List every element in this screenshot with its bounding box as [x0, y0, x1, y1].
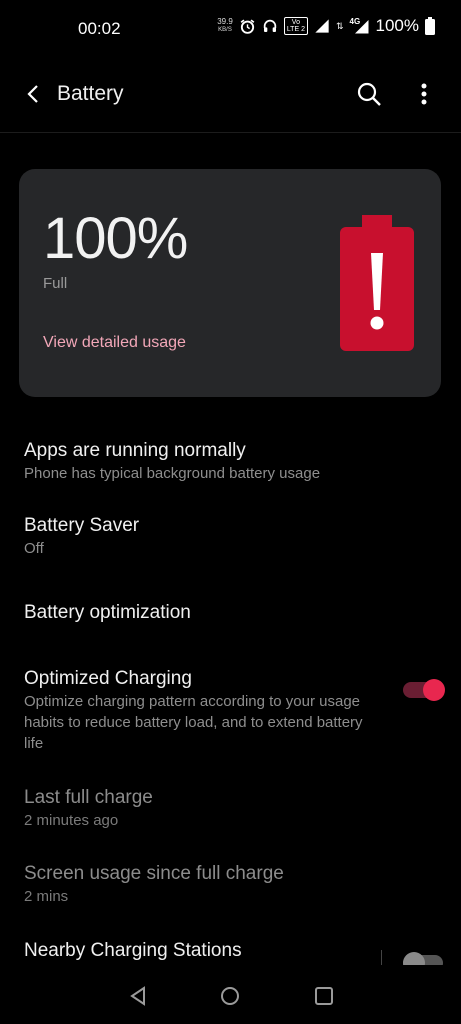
- item-subtitle: 2 mins: [24, 888, 69, 905]
- battery-percent: 100%: [375, 16, 419, 35]
- item-title: Last full charge: [24, 787, 153, 808]
- nav-home-icon[interactable]: [219, 985, 241, 1007]
- item-title: Apps are running normally: [24, 440, 246, 461]
- battery-card: 100% Full View detailed usage: [19, 169, 441, 397]
- item-title: Optimized Charging: [24, 668, 192, 689]
- alarm-icon: [240, 18, 255, 34]
- item-title: Battery optimization: [24, 602, 191, 623]
- network-speed-value: 39.9: [217, 17, 233, 26]
- back-icon[interactable]: [22, 82, 46, 106]
- battery-level: 100%: [43, 206, 188, 271]
- battery-warning-graphic: [340, 215, 414, 351]
- data-arrows-icon: ⇅: [335, 21, 344, 31]
- battery-status: Full: [43, 275, 68, 292]
- network-speed: 39.9 KB/S: [217, 18, 233, 34]
- more-options-icon[interactable]: [412, 80, 436, 108]
- list-item-last-full-charge: Last full charge 2 minutes ago: [24, 787, 384, 831]
- signal-icon: [315, 19, 329, 33]
- view-detailed-usage-link[interactable]: View detailed usage: [43, 334, 186, 352]
- list-item-apps-status[interactable]: Apps are running normally Phone has typi…: [24, 440, 384, 484]
- item-subtitle: 2 minutes ago: [24, 812, 119, 829]
- app-bar: Battery: [0, 70, 461, 118]
- list-item-screen-usage: Screen usage since full charge 2 mins: [24, 863, 384, 907]
- item-subtitle: Optimize charging pattern according to y…: [24, 693, 363, 752]
- signal-icon-2: [354, 20, 369, 34]
- item-title: Screen usage since full charge: [24, 863, 284, 884]
- volte-label-top: Vo: [291, 19, 300, 26]
- item-subtitle: Phone has typical background battery usa…: [24, 465, 321, 482]
- volte-icon: Vo LTE 2: [283, 17, 308, 35]
- optimized-charging-toggle[interactable]: [403, 679, 445, 701]
- toggle-thumb: [423, 679, 445, 701]
- battery-icon: [425, 17, 435, 35]
- navigation-bar: [0, 965, 461, 1024]
- list-item-optimized-charging[interactable]: Optimized Charging Optimize charging pat…: [24, 668, 380, 754]
- headphones-icon: [263, 19, 277, 32]
- network-speed-unit: KB/S: [218, 27, 232, 33]
- list-item-battery-optimization[interactable]: Battery optimization: [24, 602, 384, 624]
- list-item-battery-saver[interactable]: Battery Saver Off: [24, 515, 384, 559]
- status-time: 00:02: [78, 19, 121, 38]
- item-title: Nearby Charging Stations: [24, 940, 242, 961]
- item-title: Battery Saver: [24, 515, 140, 536]
- nav-back-icon[interactable]: [127, 985, 149, 1007]
- status-bar: 00:02 39.9 KB/S Vo LTE 2 ⇅ 4G 100%: [0, 0, 461, 58]
- status-icons: 39.9 KB/S Vo LTE 2 ⇅ 4G 100%: [217, 16, 435, 36]
- network-type-icon: 4G: [350, 17, 370, 35]
- list-item-nearby-charging-stations[interactable]: Nearby Charging Stations: [24, 940, 384, 962]
- item-subtitle: Off: [24, 540, 44, 557]
- app-bar-divider: [0, 132, 461, 133]
- nav-recents-icon[interactable]: [313, 985, 335, 1007]
- volte-label-bottom: LTE 2: [286, 26, 305, 33]
- page-title: Battery: [57, 82, 124, 105]
- search-icon[interactable]: [356, 81, 382, 107]
